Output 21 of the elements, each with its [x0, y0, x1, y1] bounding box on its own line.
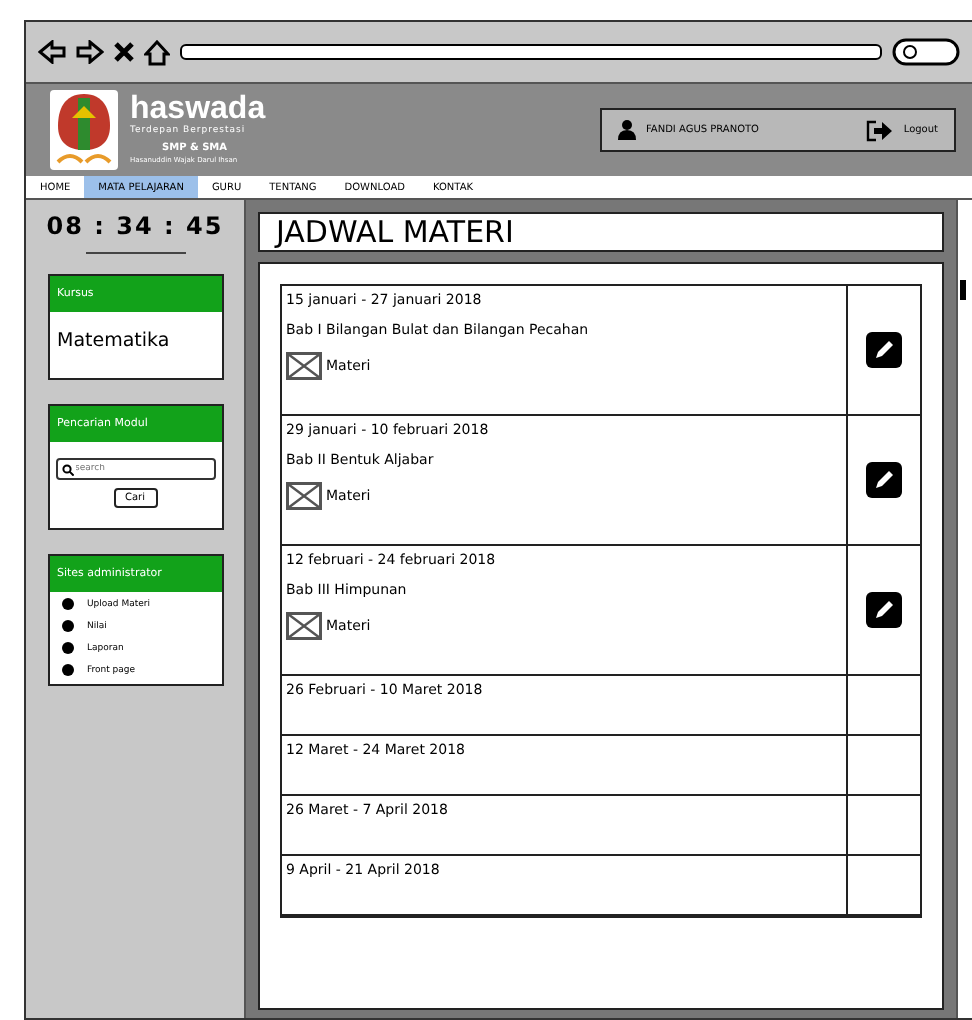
image-placeholder-icon — [286, 482, 322, 510]
bullet-icon — [61, 620, 73, 632]
logout-icon — [865, 119, 894, 141]
bullet-icon — [61, 642, 73, 654]
bullet-icon — [61, 598, 73, 610]
edit-icon[interactable] — [866, 592, 902, 628]
image-placeholder-icon — [286, 352, 322, 380]
close-icon[interactable] — [114, 42, 134, 62]
brand-name: haswada — [130, 93, 266, 126]
address-field[interactable] — [180, 44, 882, 60]
back-icon[interactable] — [38, 40, 66, 64]
forward-icon[interactable] — [76, 40, 104, 64]
user-icon — [618, 120, 636, 140]
page-title: JADWAL MATERI — [258, 212, 944, 252]
home-icon[interactable] — [144, 39, 170, 65]
image-placeholder-icon — [286, 612, 322, 640]
bullet-icon — [61, 664, 73, 676]
edit-icon[interactable] — [866, 332, 902, 368]
clock-text: 08 : 34 : 45 — [46, 212, 224, 240]
edit-icon[interactable] — [866, 462, 902, 498]
course-name: Matematika — [55, 328, 172, 356]
